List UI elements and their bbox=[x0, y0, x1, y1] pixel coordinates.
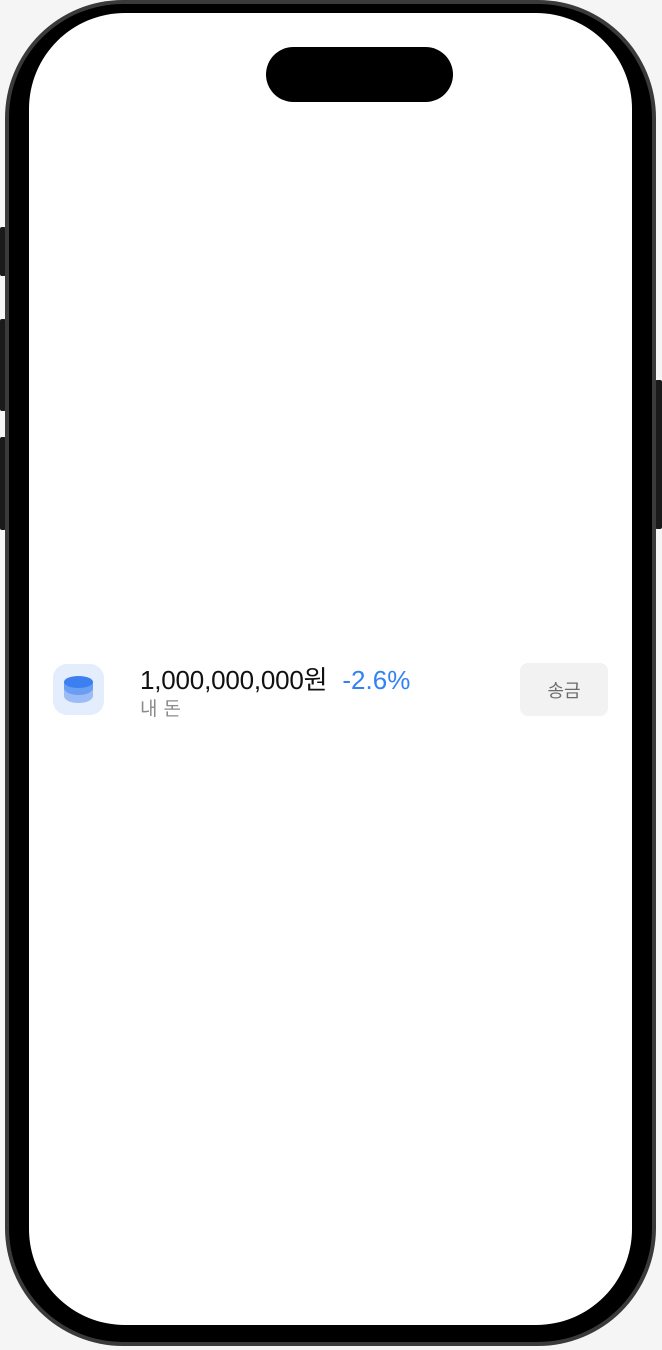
change-rate: -2.6% bbox=[342, 665, 411, 695]
asset-label: 내 돈 bbox=[140, 698, 181, 720]
send-button[interactable]: 송금 bbox=[520, 663, 608, 716]
asset-row[interactable]: 1,000,000,000원 -2.6% 내 돈 송금 bbox=[53, 660, 608, 720]
amount-line: 1,000,000,000원 -2.6% bbox=[140, 660, 411, 695]
balance-amount: 1,000,000,000원 bbox=[140, 665, 328, 695]
power-button[interactable] bbox=[655, 380, 662, 529]
dynamic-island bbox=[266, 47, 453, 102]
coin-stack-icon bbox=[53, 664, 104, 715]
